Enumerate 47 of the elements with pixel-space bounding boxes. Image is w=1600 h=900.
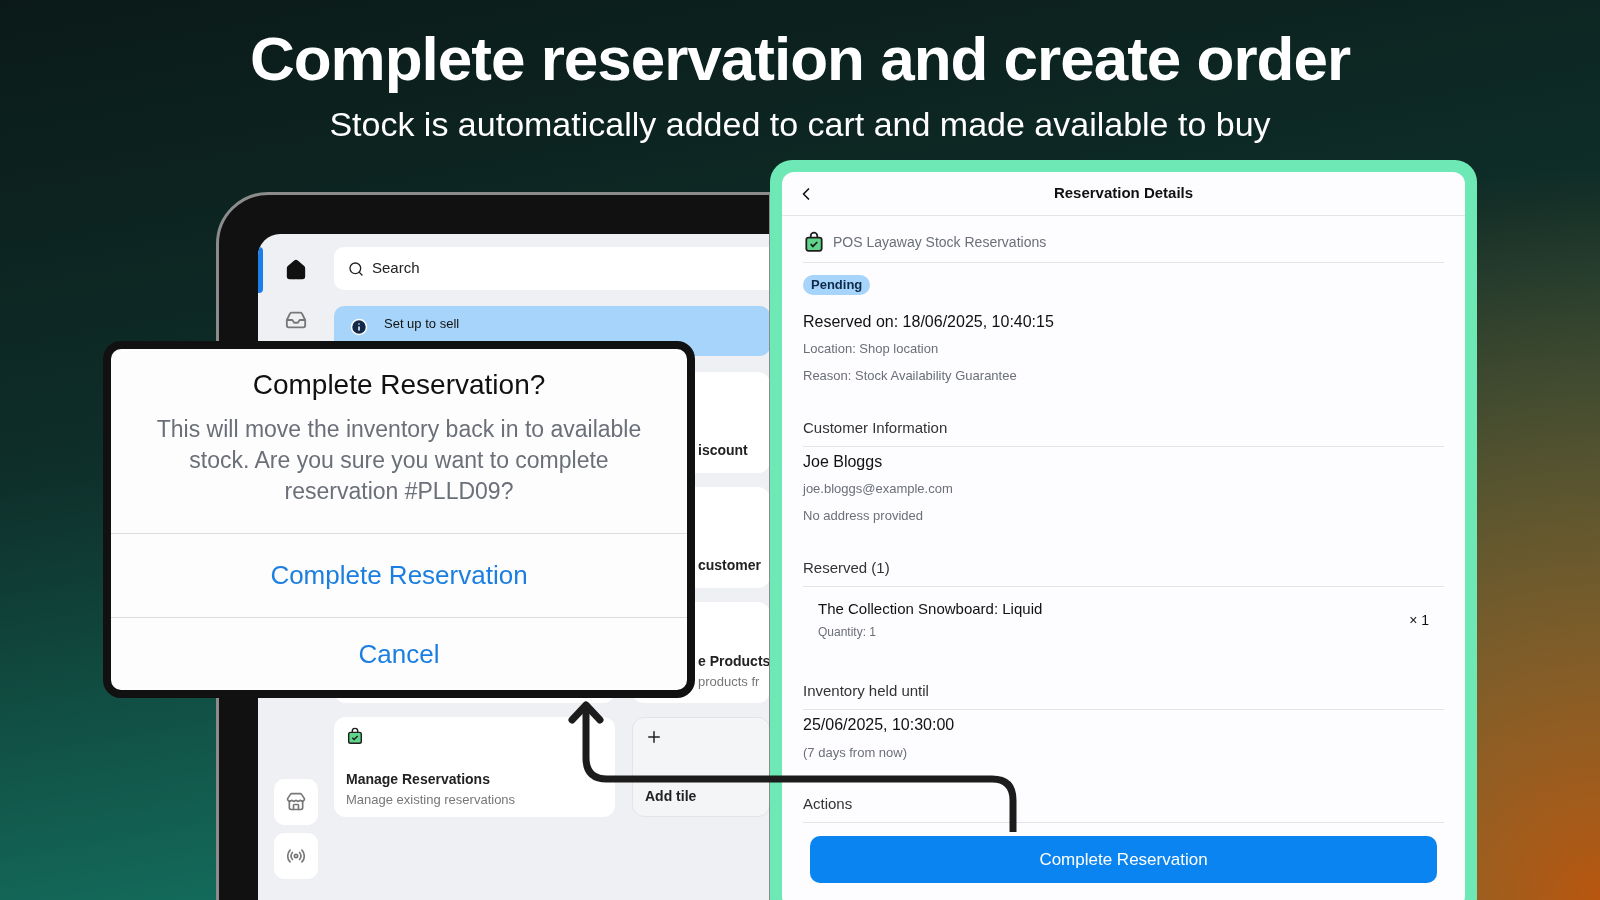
store-icon — [286, 792, 306, 812]
plus-icon — [645, 728, 663, 746]
info-icon — [350, 318, 368, 336]
details-title: Reservation Details — [1053, 183, 1194, 204]
tile-subtitle: Manage existing reservations — [346, 791, 517, 809]
dialog-action[interactable]: Cancel — [111, 617, 687, 690]
customer-name: Joe Bloggs — [803, 452, 884, 472]
dialog-title: Complete Reservation? — [251, 368, 547, 402]
tile-title: e Products — [698, 651, 769, 671]
tile-title: Manage Reservations — [346, 770, 491, 789]
tile-subtitle: products fr — [698, 672, 761, 691]
reserved-on: Reserved on: 18/06/2025, 10:40:15 — [803, 312, 1055, 332]
shopping-bag-icon — [803, 231, 825, 253]
store-button[interactable] — [274, 779, 318, 825]
tile-title: iscount — [698, 441, 749, 460]
reason-text: Reason: Stock Availability Guarantee — [803, 367, 1018, 385]
item-quantity: Quantity: 1 — [818, 624, 878, 641]
tile[interactable]: Manage Reservations Manage existing reservations — [334, 717, 615, 817]
item-name: The Collection Snowboard: Liquid — [818, 599, 1043, 619]
section-heading: Customer Information — [803, 417, 1444, 447]
shopping-bag-icon — [346, 727, 364, 745]
banner-title: Set up to sell — [384, 315, 460, 333]
app-name: POS Layaway Stock Reservations — [833, 232, 1047, 252]
subheadline: Stock is automatically added to cart and made available to buy — [329, 104, 1271, 145]
home-icon[interactable] — [285, 259, 307, 281]
held-date: 25/06/2025, 10:30:00 — [803, 715, 956, 735]
broadcast-icon — [286, 846, 306, 866]
search-field[interactable]: Search — [334, 247, 769, 290]
complete-reservation-button[interactable]: Complete Reservation — [810, 836, 1437, 883]
search-icon — [348, 260, 364, 277]
location-text: Location: Shop location — [803, 340, 940, 358]
section-heading: Actions — [803, 793, 1444, 823]
tile[interactable]: Add tile — [632, 717, 769, 817]
section-heading: Reserved (1) — [803, 557, 1444, 587]
dialog-action[interactable]: Complete Reservation — [111, 533, 687, 617]
item-count: × 1 — [1409, 610, 1429, 630]
inbox-icon[interactable] — [285, 309, 307, 331]
held-relative: (7 days from now) — [803, 744, 909, 762]
broadcast-button[interactable] — [274, 833, 318, 879]
status-badge: Pending — [803, 275, 871, 295]
section-heading: Inventory held until — [803, 680, 1444, 710]
tile-title: customer — [698, 556, 763, 575]
customer-address: No address provided — [803, 507, 924, 525]
customer-email: joe.bloggs@example.com — [803, 480, 954, 498]
tile-title: Add tile — [645, 787, 698, 806]
headline: Complete reservation and create order — [249, 23, 1351, 95]
selected-indicator — [258, 247, 263, 293]
